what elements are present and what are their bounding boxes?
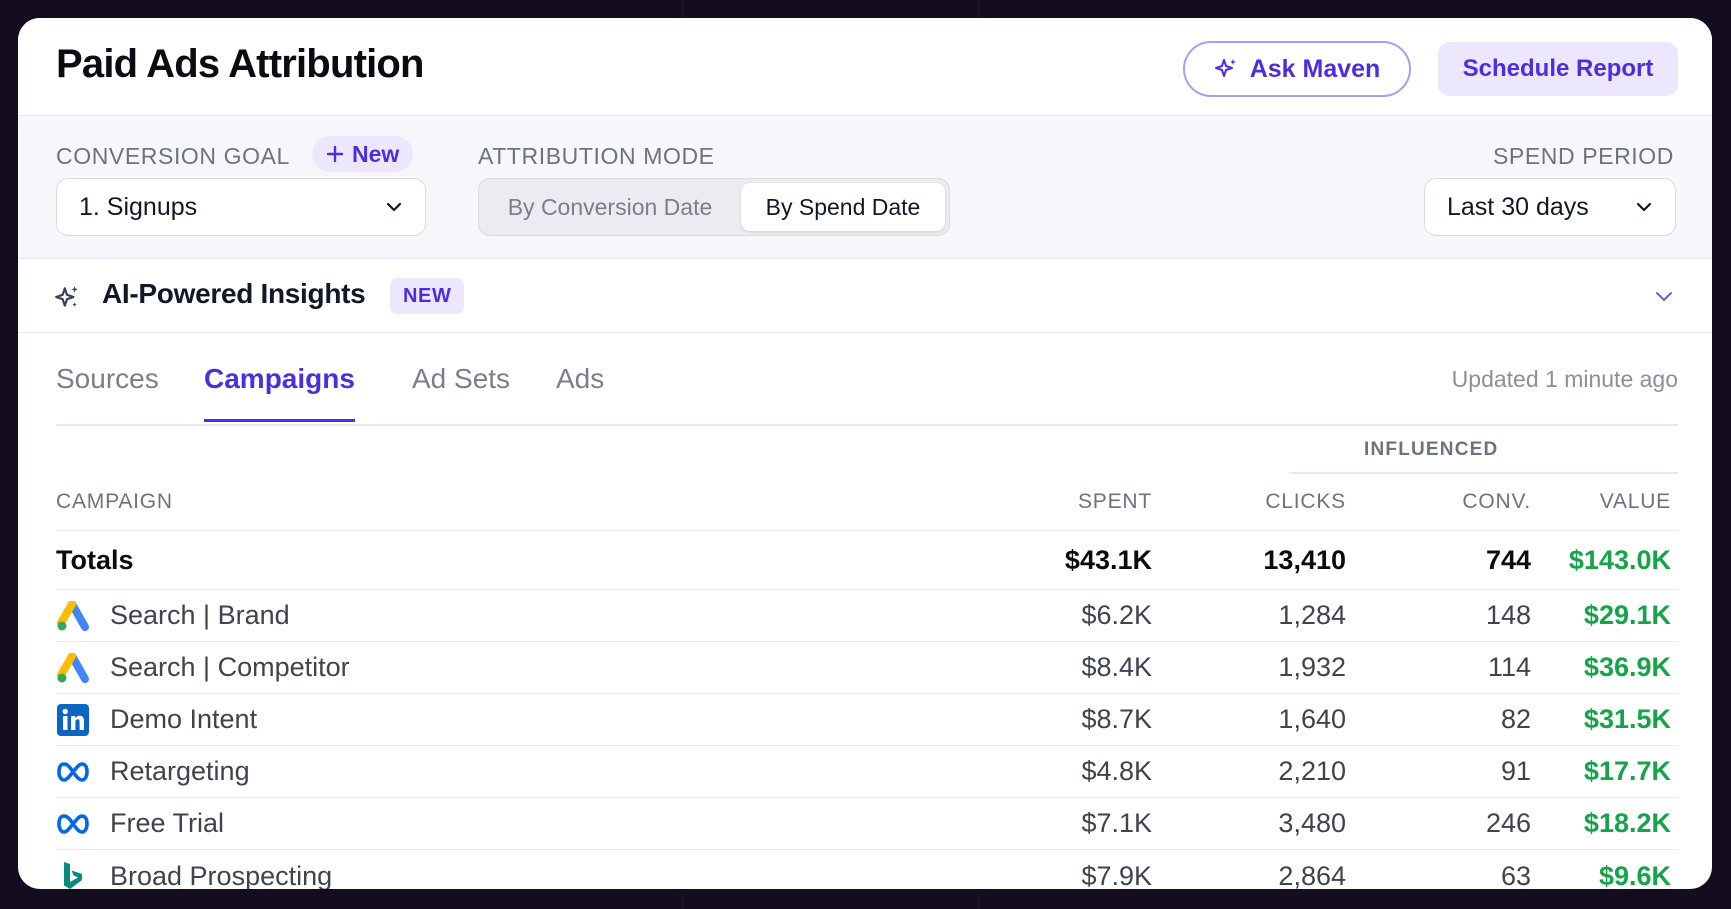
updated-timestamp: Updated 1 minute ago: [1451, 366, 1678, 392]
table-row[interactable]: Free Trial $7.1K 3,480 246 $18.2K: [56, 798, 1678, 850]
totals-clicks: 13,410: [1263, 544, 1346, 575]
chevron-down-icon: [1636, 202, 1652, 212]
campaign-conv: 148: [1485, 600, 1531, 630]
bing-icon: [56, 859, 90, 889]
totals-row: Totals $43.1K 13,410 744 $143.0K: [56, 531, 1678, 590]
chevron-down-icon[interactable]: [1654, 289, 1674, 303]
campaign-conv: 82: [1500, 704, 1531, 734]
campaign-clicks: 1,284: [1278, 600, 1346, 630]
tab-sources[interactable]: Sources: [56, 363, 159, 419]
campaign-value: $18.2K: [1583, 808, 1671, 838]
by-conversion-date-option[interactable]: By Conversion Date: [483, 183, 737, 231]
campaign-name: Retargeting: [110, 756, 250, 786]
table-header-row: CAMPAIGN SPENT CLICKS CONV. VALUE: [56, 474, 1678, 531]
page-title: Paid Ads Attribution: [56, 42, 424, 86]
campaign-clicks: 2,864: [1278, 860, 1346, 890]
filter-controls: CONVERSION GOAL New 1. Signups ATTRIBUTI…: [18, 116, 1712, 259]
attribution-mode-toggle: By Conversion Date By Spend Date: [478, 178, 950, 236]
schedule-report-label: Schedule Report: [1462, 55, 1654, 82]
ask-maven-label: Ask Maven: [1249, 54, 1381, 83]
conversion-goal-label: CONVERSION GOAL: [56, 143, 290, 169]
sparkle-icon: [55, 286, 78, 307]
campaign-name: Search | Brand: [110, 600, 290, 630]
campaign-conv: 63: [1500, 860, 1531, 890]
chevron-down-icon: [386, 202, 402, 212]
campaign-spent: $8.4K: [1081, 652, 1152, 682]
new-goal-label: New: [352, 140, 400, 167]
campaign-value: $9.6K: [1598, 860, 1671, 890]
column-header-campaign[interactable]: CAMPAIGN: [56, 474, 756, 530]
tab-campaigns[interactable]: Campaigns: [204, 363, 355, 422]
spend-period-label: SPEND PERIOD: [1492, 143, 1674, 169]
new-badge: NEW: [390, 278, 465, 314]
campaign-clicks: 2,210: [1278, 756, 1346, 786]
tab-ad-sets[interactable]: Ad Sets: [412, 363, 510, 419]
ai-insights-panel[interactable]: AI-Powered Insights NEW: [18, 259, 1712, 333]
column-header-value[interactable]: VALUE: [1531, 474, 1671, 530]
campaign-spent: $7.9K: [1081, 860, 1152, 890]
campaign-conv: 246: [1485, 808, 1531, 838]
campaign-value: $17.7K: [1583, 756, 1671, 786]
campaign-spent: $6.2K: [1081, 600, 1152, 630]
campaign-clicks: 1,932: [1278, 652, 1346, 682]
campaign-spent: $4.8K: [1081, 756, 1152, 786]
column-header-conv[interactable]: CONV.: [1346, 474, 1531, 530]
column-header-clicks[interactable]: CLICKS: [1152, 474, 1346, 530]
campaign-value: $36.9K: [1583, 652, 1671, 682]
plus-icon: [326, 145, 344, 163]
schedule-report-button[interactable]: Schedule Report: [1438, 42, 1678, 96]
by-spend-date-option[interactable]: By Spend Date: [741, 183, 945, 231]
table-row[interactable]: Retargeting $4.8K 2,210 91 $17.7K: [56, 746, 1678, 798]
column-header-spent[interactable]: SPENT: [816, 474, 1152, 530]
table-row[interactable]: Search | Competitor $8.4K 1,932 114 $36.…: [56, 642, 1678, 694]
campaign-name: Demo Intent: [110, 704, 258, 734]
campaign-conv: 91: [1500, 756, 1531, 786]
campaign-name: Broad Prospecting: [110, 860, 333, 890]
table-row[interactable]: Demo Intent $8.7K 1,640 82 $31.5K: [56, 694, 1678, 746]
campaign-name: Search | Competitor: [110, 652, 350, 682]
card-header: Paid Ads Attribution Ask Maven Schedule …: [18, 18, 1712, 116]
meta-icon: [56, 807, 90, 841]
campaign-value: $31.5K: [1583, 704, 1671, 734]
spend-period-value: Last 30 days: [1447, 192, 1589, 221]
google-ads-icon: [56, 599, 90, 633]
totals-value: $143.0K: [1568, 544, 1671, 575]
attribution-mode-label: ATTRIBUTION MODE: [478, 143, 715, 169]
campaign-spent: $7.1K: [1081, 808, 1152, 838]
conversion-goal-value: 1. Signups: [79, 192, 198, 221]
view-tabs: Sources Campaigns Ad Sets Ads Updated 1 …: [56, 333, 1678, 426]
table-row[interactable]: Search | Brand $6.2K 1,284 148 $29.1K: [56, 590, 1678, 642]
campaign-conv: 114: [1487, 652, 1531, 682]
spend-period-select[interactable]: Last 30 days: [1424, 178, 1676, 236]
ask-maven-button[interactable]: Ask Maven: [1183, 41, 1411, 97]
influenced-group-label: INFLUENCED: [1364, 439, 1499, 460]
campaign-name: Free Trial: [110, 808, 225, 838]
campaign-clicks: 3,480: [1278, 808, 1346, 838]
meta-icon: [56, 755, 90, 789]
totals-label: Totals: [56, 544, 134, 575]
campaign-value: $29.1K: [1583, 600, 1671, 630]
google-ads-icon: [56, 651, 90, 685]
campaign-clicks: 1,640: [1278, 704, 1346, 734]
new-goal-button[interactable]: New: [312, 136, 414, 172]
totals-conv: 744: [1485, 544, 1531, 575]
campaign-spent: $8.7K: [1081, 704, 1152, 734]
table-row[interactable]: Broad Prospecting $7.9K 2,864 63 $9.6K: [56, 850, 1678, 889]
ai-insights-title: AI-Powered Insights: [102, 278, 366, 309]
attribution-card: Paid Ads Attribution Ask Maven Schedule …: [18, 18, 1712, 889]
linkedin-icon: [56, 703, 90, 737]
sparkle-icon: [1214, 59, 1236, 77]
totals-spent: $43.1K: [1064, 544, 1152, 575]
conversion-goal-select[interactable]: 1. Signups: [56, 178, 426, 236]
tab-ads[interactable]: Ads: [556, 363, 604, 419]
